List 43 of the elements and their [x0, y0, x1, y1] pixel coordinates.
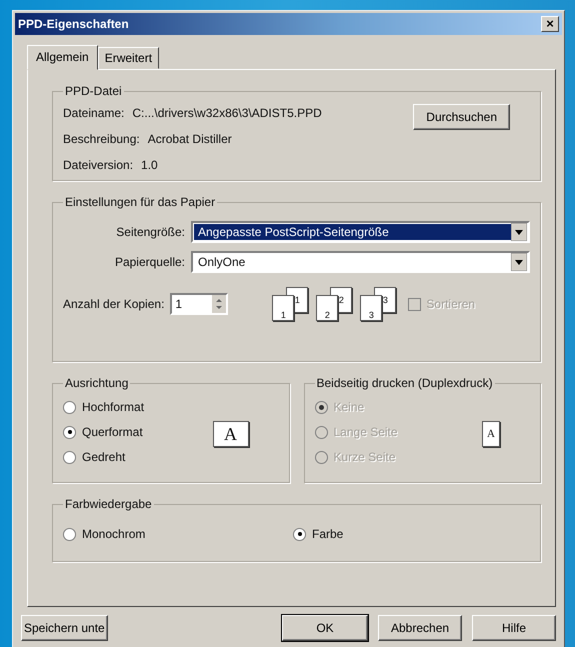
dialog-button[interactable]: OK [282, 615, 368, 641]
window-title: PPD-Eigenschaften [18, 17, 129, 31]
dropdown-arrow-icon[interactable] [511, 223, 527, 241]
radio-label: Monochrom [82, 527, 146, 541]
tab[interactable]: Allgemein [27, 45, 98, 70]
radio-button[interactable] [63, 400, 76, 414]
dialog-button[interactable]: Abbrechen [378, 615, 462, 641]
group-title: Beidseitig drucken (Duplexdruck) [316, 376, 494, 390]
field-label: Seitengröße: [115, 225, 186, 239]
dropdown-value: OnlyOne [197, 254, 246, 270]
radio-button[interactable] [63, 426, 76, 438]
page-preview-icon: A [482, 421, 500, 447]
field-value: Acrobat Distiller [148, 132, 232, 146]
radio-label: Hochformat [82, 400, 144, 414]
field-label: Papierquelle: [114, 255, 186, 269]
dropdown-arrow-icon[interactable] [511, 253, 527, 271]
field-label: Dateiname: [63, 106, 124, 120]
field-value: 1.0 [141, 158, 158, 172]
group-title: Einstellungen für das Papier [64, 195, 216, 209]
dialog-button[interactable]: Speichern unte [21, 615, 108, 641]
group-title: Farbwiedergabe [64, 497, 153, 511]
radio-button[interactable] [63, 450, 76, 464]
dropdown[interactable]: Angepasste PostScript-Seitengröße [191, 221, 530, 243]
spin-field[interactable]: 1 [170, 293, 228, 315]
dropdown-value: Angepasste PostScript-Seitengröße [194, 224, 511, 240]
radio-label: Gedreht [82, 450, 126, 464]
browse-button[interactable]: Durchsuchen [413, 104, 510, 130]
group-title: Ausrichtung [64, 376, 130, 390]
radio-label: Farbe [312, 527, 344, 541]
tab[interactable]: Erweitert [98, 47, 160, 69]
dialog-button[interactable]: Hilfe [472, 615, 556, 641]
dropdown[interactable]: OnlyOne [191, 251, 530, 273]
field-label: Anzahl der Kopien: [63, 297, 166, 311]
field-value: C:...\drivers\w32x86\3\ADIST5.PPD [132, 106, 322, 120]
radio-button[interactable] [293, 528, 306, 540]
group-title: PPD-Datei [64, 84, 123, 98]
close-button[interactable]: × [541, 16, 559, 32]
spinner-arrows-icon[interactable] [212, 295, 226, 313]
radio-label: Querformat [82, 425, 143, 439]
field-label: Dateiversion: [63, 158, 134, 172]
field-label: Beschreibung: [63, 132, 140, 146]
radio-button[interactable] [63, 528, 76, 540]
page-preview-icon: A [212, 421, 248, 447]
